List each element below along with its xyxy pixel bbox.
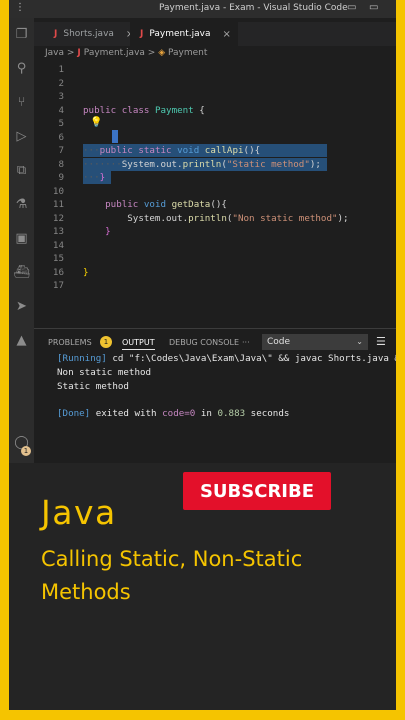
activity-bar: ❐ ⚲ ⑂ ▷ ⧉ ⚗ ▣ ⛴ ➤ ▲ ◯ 1	[9, 18, 34, 463]
code-line-close: }	[105, 226, 111, 237]
line-number: 9	[58, 172, 64, 183]
screenshot-frame: ⋮ Payment.java - Exam - Visual Studio Co…	[9, 0, 396, 710]
line-number: 13	[52, 226, 64, 237]
more-icon[interactable]: ···	[242, 338, 250, 347]
breadcrumb-root[interactable]: Java	[45, 48, 64, 58]
vscode-menu-icon[interactable]: ⋮	[15, 2, 25, 13]
output-line: Non static method	[57, 367, 152, 378]
line-number: 3	[58, 91, 64, 102]
code-line-println-static: ·······System.out.println("Static method…	[83, 158, 321, 170]
lightbulb-icon[interactable]: 💡	[90, 117, 102, 128]
window-title: Payment.java - Exam - Visual Studio Code	[159, 3, 348, 13]
panel-tabs: PROBLEMS 1 OUTPUT DEBUG CONSOLE ··· Code…	[34, 334, 396, 353]
azure-icon[interactable]: ▲	[13, 332, 30, 349]
tab-label: Shorts.java	[63, 29, 114, 39]
breadcrumb: Java > J Payment.java > ◈ Payment	[45, 48, 207, 58]
line-number: 10	[52, 185, 64, 197]
java-file-icon: J	[140, 29, 144, 39]
editor-tabs: J Shorts.java × J Payment.java ×	[34, 22, 396, 46]
subscribe-button[interactable]: SUBSCRIBE	[183, 472, 331, 510]
output-running-line: [Running] cd "f:\Codes\Java\Exam\Java\" …	[57, 353, 396, 364]
code-line-class-close: }	[83, 266, 89, 278]
output-channel-select[interactable]: Code ⌄	[262, 334, 368, 350]
tab-shorts-java[interactable]: J Shorts.java ×	[42, 22, 142, 46]
java-file-icon: J	[54, 29, 58, 39]
tab-payment-java[interactable]: J Payment.java ×	[130, 22, 238, 46]
close-icon[interactable]: ×	[222, 29, 230, 40]
code-line-close: ···}	[83, 172, 106, 183]
line-number: 11	[52, 199, 64, 210]
chevron-down-icon: ⌄	[356, 337, 363, 346]
docker-icon[interactable]: ⛴	[13, 264, 30, 281]
line-number: 8	[58, 158, 64, 170]
title-bar: ⋮ Payment.java - Exam - Visual Studio Co…	[9, 0, 396, 18]
chevron-right-icon: >	[66, 48, 75, 58]
text-cursor	[112, 130, 118, 143]
line-number: 1	[58, 64, 64, 75]
banner-title: Java	[41, 493, 117, 532]
line-number: 6	[58, 131, 64, 143]
remote-explorer-icon[interactable]: ▣	[13, 230, 30, 247]
line-number: 12	[52, 212, 64, 224]
tab-label: Payment.java	[149, 29, 211, 39]
line-number: 7	[58, 145, 64, 156]
promo-banner: SUBSCRIBE Java Calling Static, Non-Stati…	[9, 463, 396, 710]
code-line-getdata: public void getData(){	[105, 199, 227, 210]
line-number: 4	[58, 104, 64, 116]
layout-panel-icon[interactable]: ▭	[369, 2, 378, 13]
line-number: 17	[52, 280, 64, 291]
line-number: 14	[52, 239, 64, 251]
class-symbol-icon: ◈	[158, 48, 166, 58]
line-number: 2	[58, 77, 64, 89]
select-value: Code	[267, 337, 291, 347]
tab-output[interactable]: OUTPUT	[122, 338, 155, 350]
live-share-icon[interactable]: ➤	[13, 298, 30, 315]
explorer-icon[interactable]: ❐	[13, 26, 30, 43]
source-control-icon[interactable]: ⑂	[13, 94, 30, 111]
list-filter-icon[interactable]: ☰	[376, 335, 386, 348]
output-line: Static method	[57, 380, 129, 392]
tab-problems[interactable]: PROBLEMS	[48, 338, 92, 347]
problems-count-badge: 1	[100, 336, 112, 348]
code-editor[interactable]: 1 2 3 4 5 6 7 8 9 10 11 12 13 14 15 16 1…	[34, 60, 396, 322]
tab-debug-console[interactable]: DEBUG CONSOLE	[169, 338, 239, 347]
code-line-class: public class Payment {	[83, 104, 205, 116]
account-badge: 1	[21, 446, 31, 456]
bottom-panel: PROBLEMS 1 OUTPUT DEBUG CONSOLE ··· Code…	[34, 328, 396, 464]
line-number: 5	[58, 118, 64, 129]
search-icon[interactable]: ⚲	[13, 60, 30, 77]
code-line-callapi: ···public static void callApi(){	[83, 145, 261, 156]
testing-icon[interactable]: ⚗	[13, 196, 30, 213]
line-number: 16	[52, 266, 64, 278]
chevron-right-icon: >	[147, 48, 156, 58]
extensions-icon[interactable]: ⧉	[13, 162, 30, 179]
code-line-println-nonstatic: System.out.println("Non static method");	[127, 212, 349, 224]
run-debug-icon[interactable]: ▷	[13, 128, 30, 145]
banner-subtitle: Calling Static, Non-Static Methods	[41, 547, 303, 604]
line-number: 15	[52, 253, 64, 264]
layout-icon[interactable]: ▭	[347, 2, 356, 13]
output-done-line: [Done] exited with code=0 in 0.883 secon…	[57, 407, 290, 419]
breadcrumb-symbol[interactable]: Payment	[168, 48, 207, 58]
breadcrumb-file[interactable]: Payment.java	[84, 48, 145, 58]
